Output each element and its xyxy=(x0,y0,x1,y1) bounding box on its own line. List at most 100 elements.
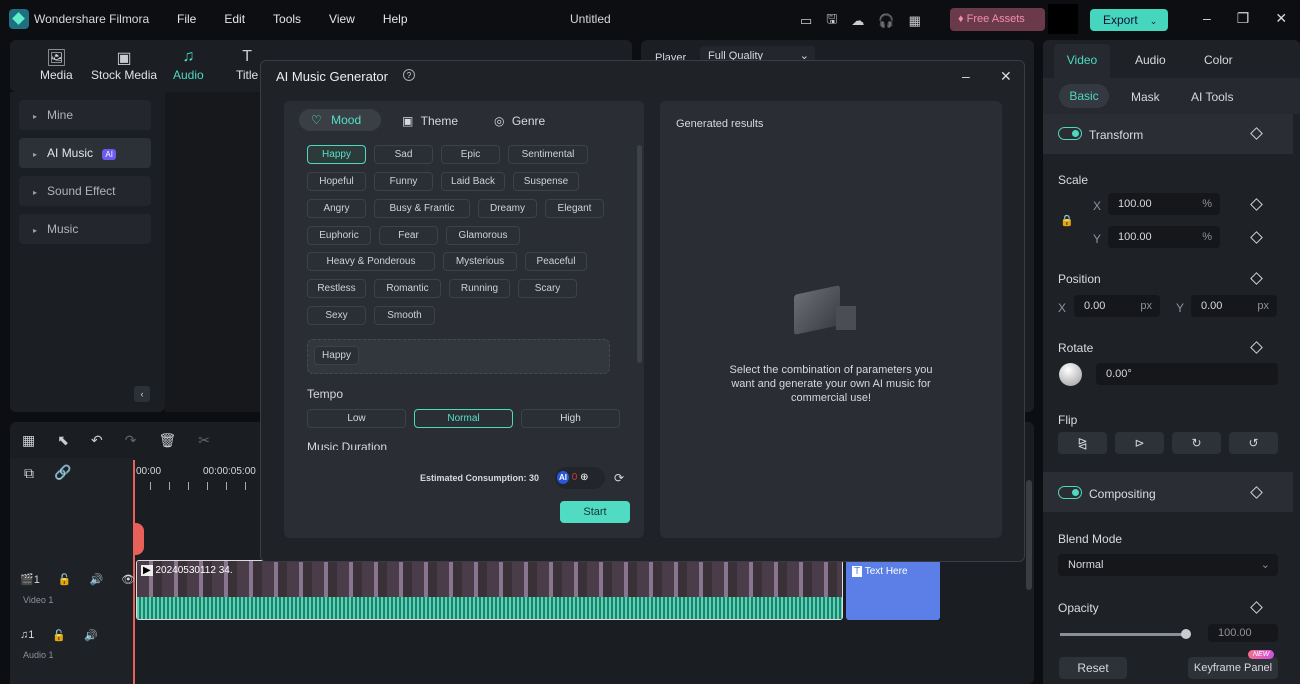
undo-icon[interactable]: ↶ xyxy=(91,432,103,449)
blend-mode-select[interactable]: Normal ⌄ xyxy=(1058,554,1278,576)
tab-stock-media[interactable]: ▣ Stock Media xyxy=(91,48,157,82)
opacity-slider-handle[interactable] xyxy=(1181,629,1191,639)
start-button[interactable]: Start xyxy=(560,501,630,523)
tempo-normal[interactable]: Normal xyxy=(414,409,513,428)
eye-icon[interactable]: 👁 xyxy=(121,573,135,586)
mood-tag[interactable]: Mysterious xyxy=(443,252,517,271)
tab-title[interactable]: T Title xyxy=(236,48,258,82)
subtab-mask[interactable]: Mask xyxy=(1131,90,1160,104)
add-track-icon[interactable]: ⧉ xyxy=(24,465,34,482)
sidebar-item-music[interactable]: Music xyxy=(19,214,151,244)
flip-horizontal-button[interactable]: ⧎ xyxy=(1058,432,1107,454)
selected-chip[interactable]: Happy xyxy=(314,346,359,365)
speaker-icon[interactable]: 🔊 xyxy=(90,573,104,586)
transform-toggle[interactable] xyxy=(1058,127,1082,140)
video-clip[interactable]: ▶ 20240530112 34. xyxy=(136,560,843,620)
close-icon[interactable]: ✕ xyxy=(1275,10,1287,27)
export-button[interactable]: Export ⌄ xyxy=(1090,9,1168,31)
cloud-icon[interactable]: ☁ xyxy=(851,10,864,32)
rotate-input[interactable]: 0.00° xyxy=(1096,363,1278,385)
mood-tag[interactable]: Sad xyxy=(374,145,433,164)
mood-tag[interactable]: Sexy xyxy=(307,306,366,325)
playhead-handle[interactable] xyxy=(133,523,144,555)
menu-tools[interactable]: Tools xyxy=(273,12,301,26)
tempo-high[interactable]: High xyxy=(521,409,620,428)
mood-tag[interactable]: Sentimental xyxy=(508,145,588,164)
mood-tag[interactable]: Peaceful xyxy=(525,252,587,271)
tab-audio[interactable]: Audio xyxy=(1135,53,1166,67)
mood-tag[interactable]: Elegant xyxy=(545,199,604,218)
mood-tag[interactable]: Romantic xyxy=(374,279,441,298)
compositing-toggle[interactable] xyxy=(1058,486,1082,499)
credits-pill[interactable]: AI 0 ⊕ xyxy=(555,467,605,489)
mood-tag[interactable]: Glamorous xyxy=(446,226,520,245)
scale-x-input[interactable]: 100.00% xyxy=(1108,193,1220,215)
menu-help[interactable]: Help xyxy=(383,12,408,26)
tab-video[interactable]: Video xyxy=(1054,44,1110,78)
menu-file[interactable]: File xyxy=(177,12,196,26)
opacity-input[interactable]: 100.00 xyxy=(1208,624,1278,642)
speaker-icon[interactable]: 🔊 xyxy=(84,629,98,642)
mood-tag[interactable]: Fear xyxy=(379,226,438,245)
tab-audio[interactable]: ♫ Audio xyxy=(173,48,204,82)
link-icon[interactable]: 🔗 xyxy=(54,464,71,481)
dialog-close-icon[interactable]: ✕ xyxy=(1000,68,1012,85)
add-credit-icon[interactable]: ⊕ xyxy=(580,472,588,483)
tempo-low[interactable]: Low xyxy=(307,409,406,428)
menu-view[interactable]: View xyxy=(329,12,355,26)
lock-ratio-icon[interactable]: 🔒 xyxy=(1060,214,1074,227)
chevron-down-icon[interactable]: ⌄ xyxy=(1150,16,1158,26)
timeline-scrollbar[interactable] xyxy=(1026,480,1032,590)
tab-genre[interactable]: ◎ Genre xyxy=(494,114,545,128)
sidebar-item-sound-effect[interactable]: Sound Effect xyxy=(19,176,151,206)
redo-icon[interactable]: ↷ xyxy=(125,432,137,449)
flip-vertical-button[interactable]: ⊳ xyxy=(1115,432,1164,454)
lock-icon[interactable]: 🔓 xyxy=(52,629,66,642)
avatar[interactable] xyxy=(1048,4,1078,34)
grid-icon[interactable]: ▦ xyxy=(909,10,921,32)
subtab-basic[interactable]: Basic xyxy=(1059,84,1109,108)
delete-icon[interactable]: 🗑 xyxy=(158,432,176,449)
position-y-input[interactable]: 0.00 px xyxy=(1191,295,1277,317)
tab-theme[interactable]: ▣ Theme xyxy=(402,114,458,128)
cut-icon[interactable]: ✂ xyxy=(198,432,210,449)
tab-mood[interactable]: ♡ Mood xyxy=(299,109,381,131)
mood-tag[interactable]: Suspense xyxy=(513,172,579,191)
subtab-ai-tools[interactable]: AI Tools xyxy=(1191,90,1233,104)
mood-tag[interactable]: Epic xyxy=(441,145,500,164)
free-assets-button[interactable]: ♦ Free Assets xyxy=(950,8,1045,31)
sidebar-item-mine[interactable]: Mine xyxy=(19,100,151,130)
mood-tag[interactable]: Laid Back xyxy=(441,172,505,191)
mood-scrollbar[interactable] xyxy=(637,145,642,363)
minimize-icon[interactable]: – xyxy=(1203,10,1211,27)
collapse-sidebar-button[interactable]: ‹ xyxy=(134,386,150,402)
mood-tag[interactable]: Euphoric xyxy=(307,226,371,245)
mood-tag[interactable]: Busy & Frantic xyxy=(374,199,470,218)
layout-grid-icon[interactable]: ▦ xyxy=(22,432,35,449)
refresh-icon[interactable]: ⟳ xyxy=(614,471,624,485)
mood-tag[interactable]: Running xyxy=(449,279,510,298)
headset-icon[interactable]: 🎧 xyxy=(878,10,894,32)
mood-tag[interactable]: Happy xyxy=(307,145,366,164)
mood-tag[interactable]: Heavy & Ponderous xyxy=(307,252,435,271)
mood-tag[interactable]: Dreamy xyxy=(478,199,537,218)
mood-tag[interactable]: Angry xyxy=(307,199,366,218)
rotate-dial[interactable] xyxy=(1059,363,1082,386)
lock-icon[interactable]: 🔓 xyxy=(58,573,72,586)
maximize-icon[interactable]: ❐ xyxy=(1237,10,1250,27)
keyframe-panel-button[interactable]: Keyframe Panel xyxy=(1188,657,1278,679)
mood-tag[interactable]: Restless xyxy=(307,279,366,298)
menu-edit[interactable]: Edit xyxy=(224,12,245,26)
sidebar-item-ai-music[interactable]: AI Music AI xyxy=(19,138,151,168)
tab-media[interactable]: 🖼 Media xyxy=(40,48,73,82)
mood-tag[interactable]: Hopeful xyxy=(307,172,366,191)
mood-tag[interactable]: Scary xyxy=(518,279,577,298)
text-clip[interactable]: T Text Here xyxy=(846,560,940,620)
rotate-left-button[interactable]: ↺ xyxy=(1229,432,1278,454)
dialog-minimize-icon[interactable]: – xyxy=(962,68,970,84)
layout-icon[interactable]: ▭ xyxy=(800,10,812,32)
reset-button[interactable]: Reset xyxy=(1059,657,1127,679)
mood-tag[interactable]: Smooth xyxy=(374,306,435,325)
position-x-input[interactable]: 0.00 px xyxy=(1074,295,1160,317)
mood-tag[interactable]: Funny xyxy=(374,172,433,191)
